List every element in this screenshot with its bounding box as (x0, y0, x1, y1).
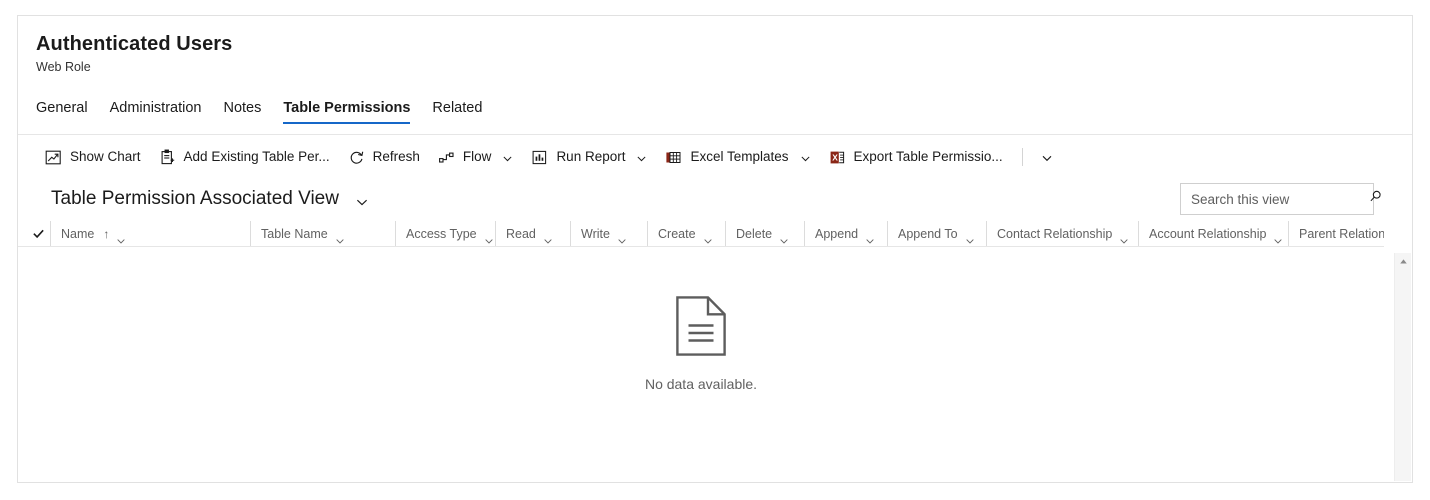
refresh-icon (348, 149, 365, 166)
chevron-down-icon[interactable] (865, 229, 875, 244)
chevron-down-icon[interactable] (484, 229, 494, 244)
column-label: Access Type (406, 226, 477, 241)
flow-button[interactable]: Flow (430, 143, 524, 172)
view-selector-label: Table Permission Associated View (51, 188, 339, 209)
column-label: Parent Relationship (1299, 226, 1384, 241)
search-box[interactable] (1180, 183, 1381, 215)
tab-notes[interactable]: Notes (212, 100, 272, 124)
column-label: Contact Relationship (997, 226, 1113, 241)
show-chart-button[interactable]: Show Chart (37, 143, 151, 172)
add-existing-table-permission-button[interactable]: Add Existing Table Per... (151, 143, 340, 172)
svg-text:X: X (832, 152, 838, 162)
tab-label: General (36, 100, 88, 116)
column-header-account-relationship[interactable]: Account Relationship (1138, 221, 1288, 246)
chevron-down-icon[interactable] (965, 229, 975, 244)
grid-empty-state: No data available. (18, 295, 1384, 392)
column-header-contact-relationship[interactable]: Contact Relationship (986, 221, 1138, 246)
column-label: Append To (898, 226, 958, 241)
empty-state-message: No data available. (644, 376, 758, 392)
excel-templates-button[interactable]: Excel Templates (657, 143, 820, 172)
grid-column-headers: Name ↑ Table Name Access Type Read Write… (18, 221, 1384, 247)
record-header: Authenticated Users Web Role (18, 16, 1412, 75)
tab-label: Related (432, 100, 483, 116)
chevron-down-icon[interactable] (335, 229, 345, 244)
column-label: Name (61, 226, 95, 241)
record-form-card: Authenticated Users Web Role General Adm… (17, 15, 1413, 483)
tab-label: Table Permissions (283, 100, 411, 116)
add-existing-icon (159, 149, 176, 166)
excel-templates-icon (665, 149, 682, 166)
chevron-down-icon (1041, 152, 1052, 163)
search-icon[interactable] (1368, 189, 1383, 209)
chevron-down-icon[interactable] (543, 229, 553, 244)
subgrid-region: Show Chart Add Existing Table Per... Ref… (18, 134, 1412, 482)
refresh-button[interactable]: Refresh (340, 143, 430, 172)
view-bar: Table Permission Associated View (18, 179, 1384, 219)
command-bar-overflow-button[interactable] (1030, 146, 1060, 169)
column-label: Create (658, 226, 696, 241)
command-label: Add Existing Table Per... (183, 149, 330, 164)
command-label: Run Report (556, 149, 626, 164)
chevron-down-icon (355, 192, 369, 206)
tab-administration[interactable]: Administration (99, 100, 213, 124)
select-all-checkbox[interactable] (18, 227, 50, 240)
scroll-up-arrow-icon[interactable] (1395, 253, 1411, 270)
chevron-down-icon[interactable] (116, 229, 126, 244)
column-header-append-to[interactable]: Append To (887, 221, 986, 246)
column-header-access-type[interactable]: Access Type (395, 221, 495, 246)
view-selector[interactable]: Table Permission Associated View (51, 187, 369, 211)
column-label: Append (815, 226, 859, 241)
tab-related[interactable]: Related (421, 100, 493, 124)
show-chart-icon (45, 149, 62, 166)
run-report-icon (531, 149, 548, 166)
run-report-button[interactable]: Run Report (523, 143, 657, 172)
column-label: Read (506, 226, 536, 241)
command-bar: Show Chart Add Existing Table Per... Ref… (18, 135, 1384, 179)
tab-table-permissions[interactable]: Table Permissions (272, 100, 421, 124)
command-bar-divider (1021, 148, 1023, 166)
column-label: Delete (736, 226, 773, 241)
column-header-table-name[interactable]: Table Name (250, 221, 395, 246)
chevron-down-icon[interactable] (617, 229, 627, 244)
tab-label: Administration (109, 100, 202, 116)
chevron-down-icon[interactable] (703, 229, 713, 244)
chevron-down-icon[interactable] (1273, 229, 1283, 244)
command-label: Export Table Permissio... (853, 149, 1003, 164)
column-header-name[interactable]: Name ↑ (50, 221, 250, 246)
column-header-append[interactable]: Append (804, 221, 887, 246)
sort-ascending-icon: ↑ (103, 226, 110, 241)
export-table-permissions-button[interactable]: X Export Table Permissio... (821, 143, 1013, 172)
chevron-down-icon[interactable] (1119, 229, 1129, 244)
chevron-down-icon (502, 152, 513, 163)
column-label: Table Name (261, 226, 328, 241)
column-label: Account Relationship (1149, 226, 1267, 241)
command-label: Show Chart (70, 149, 141, 164)
column-header-create[interactable]: Create (647, 221, 725, 246)
document-icon (675, 295, 727, 362)
record-entity-type: Web Role (36, 60, 91, 74)
command-label: Refresh (372, 149, 420, 164)
column-header-parent-relationship[interactable]: Parent Relationship (1288, 221, 1384, 246)
form-tablist: General Administration Notes Table Permi… (18, 94, 1412, 124)
column-header-write[interactable]: Write (570, 221, 647, 246)
chevron-down-icon (636, 152, 647, 163)
vertical-scrollbar[interactable] (1394, 253, 1411, 481)
column-header-read[interactable]: Read (495, 221, 570, 246)
page-title: Authenticated Users (36, 33, 233, 55)
chevron-down-icon (800, 152, 811, 163)
search-input[interactable] (1191, 191, 1368, 207)
tab-general[interactable]: General (36, 100, 99, 124)
tab-label: Notes (223, 100, 262, 116)
scrollbar-thumb[interactable] (1395, 270, 1411, 482)
command-label: Excel Templates (690, 149, 789, 164)
column-header-delete[interactable]: Delete (725, 221, 804, 246)
command-label: Flow (462, 149, 492, 164)
column-label: Write (581, 226, 610, 241)
chevron-down-icon[interactable] (779, 229, 789, 244)
export-excel-icon: X (829, 149, 846, 166)
flow-icon (438, 149, 455, 166)
